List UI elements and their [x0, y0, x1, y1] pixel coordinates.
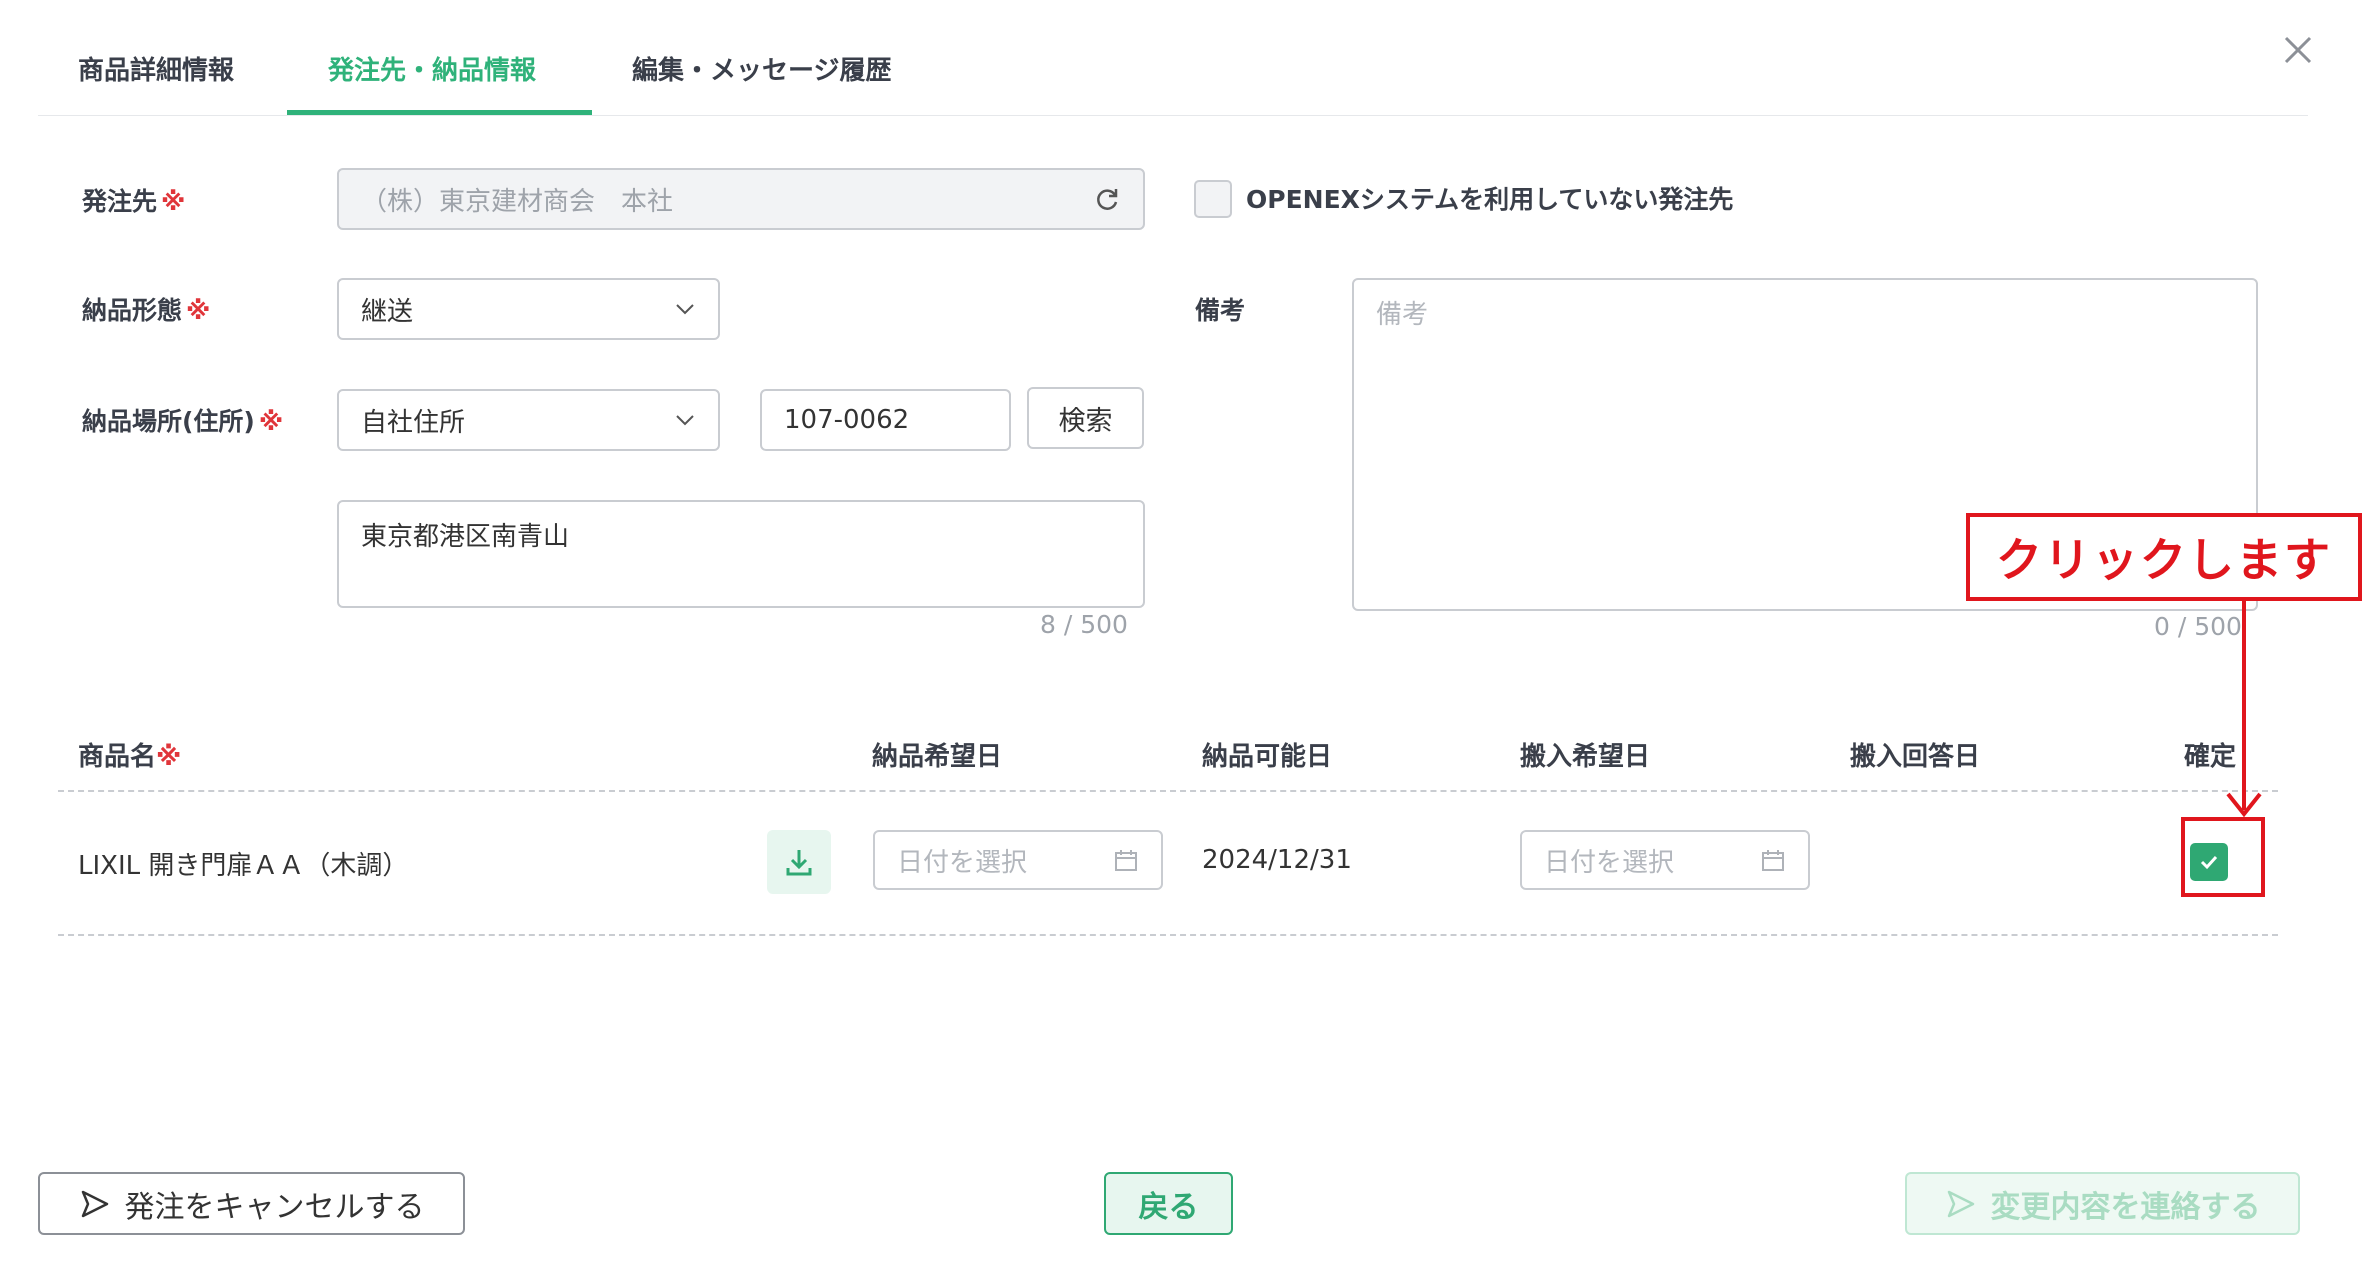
- tab-edit-message-history[interactable]: 編集・メッセージ履歴: [632, 50, 891, 87]
- calendar-icon: [1115, 850, 1137, 871]
- delivery-type-value: 継送: [361, 296, 414, 327]
- delivery-place-value: 自社住所: [361, 407, 466, 438]
- delivery-place-label: 納品場所(住所) ※: [82, 407, 284, 436]
- th-confirm: 確定: [2184, 742, 2237, 772]
- address-textarea[interactable]: 東京都港区南青山: [337, 500, 1145, 608]
- no-openex-checkbox[interactable]: [1194, 180, 1232, 218]
- annotation-highlight: [2181, 817, 2265, 897]
- supplier-field: （株）東京建材商会 本社: [337, 168, 1145, 230]
- calendar-icon: [1762, 850, 1784, 871]
- table-row-divider: [58, 934, 2278, 936]
- notes-counter: 0 / 500: [2154, 612, 2242, 641]
- th-carry-in-answer: 搬入回答日: [1850, 742, 1981, 772]
- refresh-icon[interactable]: [1095, 186, 1121, 212]
- chevron-down-icon: [676, 304, 694, 315]
- table-header-divider: [58, 790, 2278, 792]
- th-desired-delivery: 納品希望日: [872, 742, 1003, 772]
- close-icon[interactable]: [2278, 30, 2318, 70]
- notes-label: 備考: [1195, 296, 1246, 325]
- row-possible-delivery: 2024/12/31: [1202, 845, 1352, 875]
- delivery-type-label: 納品形態 ※: [82, 296, 211, 325]
- annotation-callout: クリックします: [1966, 513, 2362, 601]
- th-possible-delivery: 納品可能日: [1202, 742, 1333, 772]
- address-counter: 8 / 500: [1040, 610, 1128, 639]
- chevron-down-icon: [676, 415, 694, 426]
- delivery-place-select[interactable]: 自社住所: [337, 389, 720, 451]
- postal-code-input[interactable]: 107-0062: [760, 389, 1011, 451]
- tab-product-details[interactable]: 商品詳細情報: [78, 50, 234, 87]
- th-product: 商品名※: [78, 742, 182, 772]
- back-button[interactable]: 戻る: [1104, 1172, 1233, 1235]
- send-icon: [1947, 1190, 1974, 1217]
- address-search-button[interactable]: 検索: [1027, 387, 1144, 449]
- desired-delivery-date-picker[interactable]: 日付を選択: [873, 830, 1163, 890]
- tab-supplier-delivery[interactable]: 発注先・納品情報: [328, 50, 536, 87]
- supplier-value: （株）東京建材商会 本社: [361, 186, 674, 217]
- supplier-label: 発注先 ※: [82, 187, 186, 216]
- cancel-order-button[interactable]: 発注をキャンセルする: [38, 1172, 465, 1235]
- tab-divider: [38, 115, 2308, 116]
- th-desired-carry-in: 搬入希望日: [1520, 742, 1651, 772]
- delivery-type-select[interactable]: 継送: [337, 278, 720, 340]
- desired-carry-in-date-picker[interactable]: 日付を選択: [1520, 830, 1810, 890]
- send-icon: [81, 1190, 108, 1217]
- postal-code-value: 107-0062: [784, 405, 910, 435]
- send-changes-button[interactable]: 変更内容を連絡する: [1905, 1172, 2300, 1235]
- row-product-name: LIXIL 開き門扉ＡＡ（木調）: [78, 851, 409, 881]
- download-button[interactable]: [767, 830, 831, 894]
- download-icon: [786, 850, 812, 876]
- no-openex-label: OPENEXシステムを利用していない発注先: [1246, 185, 1734, 214]
